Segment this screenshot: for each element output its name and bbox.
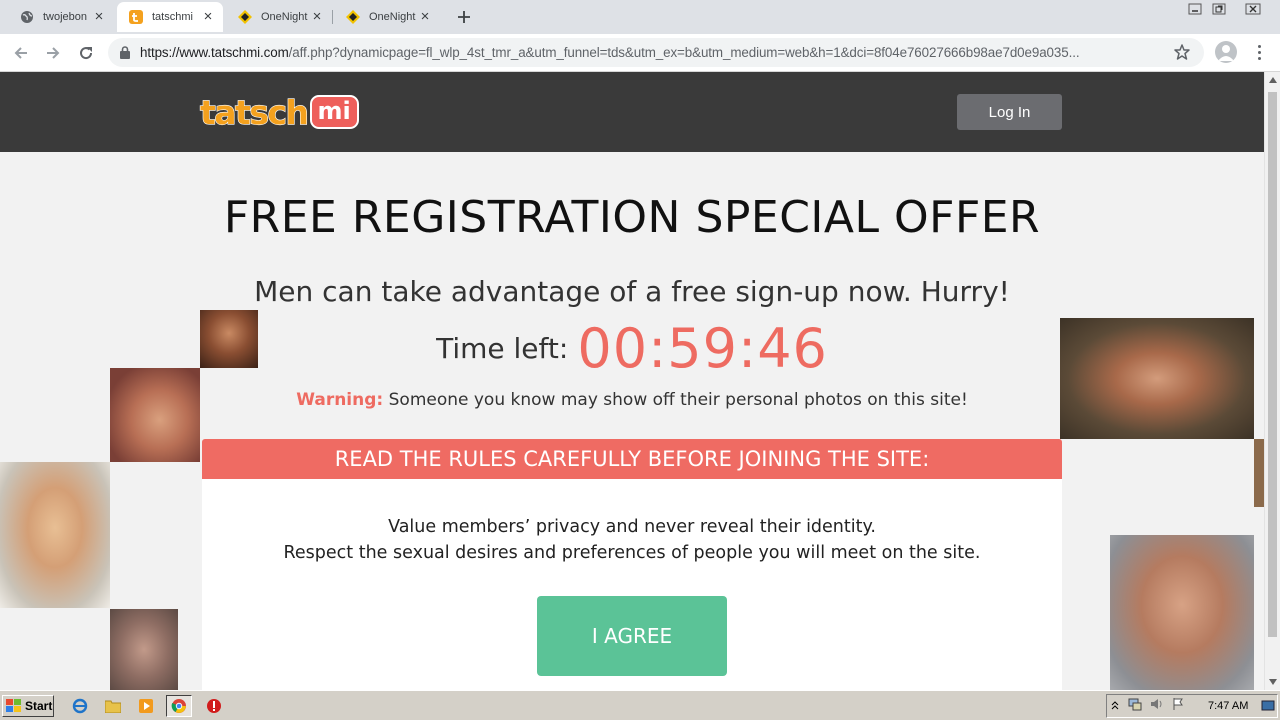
rule-item: Respect the sexual desires and preferenc…: [283, 543, 981, 563]
web-page: tatsch mi Log In FREE REGISTRATION SPECI…: [0, 72, 1264, 690]
timer-value: 00:59:46: [577, 317, 828, 380]
close-tab-icon[interactable]: ×: [418, 9, 432, 24]
network-icon[interactable]: [1128, 697, 1142, 716]
chrome-taskbar-button[interactable]: [166, 695, 192, 717]
start-label: Start: [25, 699, 53, 713]
tatschmi-favicon: [129, 10, 143, 24]
tab-strip: twojebon × tatschmi × OneNight × OneNigh…: [0, 0, 1280, 34]
profile-photo: [110, 609, 178, 690]
tab-title: OneNight: [261, 11, 308, 23]
reload-button[interactable]: [75, 42, 97, 64]
login-button[interactable]: Log In: [957, 94, 1062, 130]
browser-toolbar: https://www.tatschmi.com/aff.php?dynamic…: [0, 34, 1280, 72]
onenight-favicon: [346, 10, 360, 24]
tab-separator: [332, 10, 333, 24]
tray-expand-icon[interactable]: [1111, 697, 1119, 715]
internet-explorer-icon[interactable]: [70, 696, 90, 716]
warning-text: Someone you know may show off their pers…: [388, 390, 968, 410]
page-headline: FREE REGISTRATION SPECIAL OFFER: [223, 192, 1041, 243]
page-scrollbar[interactable]: [1264, 72, 1280, 690]
show-desktop-icon[interactable]: [1258, 696, 1278, 716]
scrollbar-thumb[interactable]: [1268, 92, 1277, 637]
tatschmi-logo[interactable]: tatsch mi: [199, 92, 359, 132]
url-host: https://www.tatschmi.com: [140, 45, 289, 60]
new-tab-button[interactable]: [452, 6, 476, 28]
agree-button[interactable]: I AGREE: [537, 596, 727, 676]
browser-menu-icon[interactable]: [1252, 42, 1266, 62]
address-bar[interactable]: https://www.tatschmi.com/aff.php?dynamic…: [108, 38, 1204, 67]
back-button[interactable]: [10, 42, 32, 64]
tab-onenight-2[interactable]: OneNight ×: [334, 2, 440, 32]
tab-onenight-1[interactable]: OneNight ×: [226, 2, 332, 32]
system-tray: [1106, 694, 1278, 718]
restore-button[interactable]: [1208, 0, 1230, 18]
bookmark-star-icon[interactable]: [1174, 44, 1190, 60]
timer-label: Time left:: [436, 332, 569, 365]
onenight-favicon: [238, 10, 252, 24]
windows-logo-icon: [6, 699, 21, 712]
profile-photo: [1110, 535, 1254, 690]
windows-taskbar: Start 7:47 AM: [0, 690, 1280, 720]
scroll-down-icon[interactable]: [1265, 674, 1280, 690]
tab-title: OneNight: [369, 11, 416, 23]
close-tab-icon[interactable]: ×: [310, 9, 324, 24]
chrome-icon: [171, 699, 186, 713]
profile-avatar-icon[interactable]: [1215, 41, 1237, 63]
media-player-icon[interactable]: [136, 696, 156, 716]
profile-photo: [0, 462, 110, 608]
url-text: https://www.tatschmi.com/aff.php?dynamic…: [140, 45, 1160, 60]
reload-icon: [80, 47, 93, 60]
globe-icon: [20, 10, 34, 24]
profile-photo: [110, 368, 200, 462]
flag-icon[interactable]: [1172, 697, 1184, 716]
warning-message: Warning: Someone you know may show off t…: [0, 390, 1264, 410]
close-window-button[interactable]: [1232, 0, 1274, 18]
arrow-left-icon: [14, 47, 27, 59]
rules-panel: Value members’ privacy and never reveal …: [202, 479, 1062, 690]
folder-icon[interactable]: [103, 696, 123, 716]
site-header: tatsch mi Log In: [0, 72, 1264, 152]
volume-icon[interactable]: [1150, 697, 1164, 716]
logo-word: tatsch: [199, 92, 309, 132]
warning-label: Warning:: [296, 390, 384, 410]
forward-button[interactable]: [42, 42, 64, 64]
arrow-right-icon: [47, 47, 60, 59]
countdown-timer: Time left: 00:59:46: [0, 317, 1264, 380]
close-tab-icon[interactable]: ×: [201, 9, 215, 24]
taskbar-clock[interactable]: 7:47 AM: [1208, 700, 1248, 712]
stop-icon[interactable]: [204, 696, 224, 716]
start-button[interactable]: Start: [2, 695, 54, 717]
tab-twojebon[interactable]: twojebon ×: [8, 2, 114, 32]
plus-icon: [458, 11, 470, 23]
minimize-button[interactable]: [1184, 0, 1206, 18]
rules-title: READ THE RULES CAREFULLY BEFORE JOINING …: [202, 439, 1062, 479]
scroll-up-icon[interactable]: [1265, 72, 1280, 88]
restore-icon: [1212, 3, 1226, 15]
page-subheadline: Men can take advantage of a free sign-up…: [254, 275, 1010, 308]
rule-item: Value members’ privacy and never reveal …: [388, 517, 876, 537]
url-path: /aff.php?dynamicpage=fl_wlp_4st_tmr_a&ut…: [288, 45, 1080, 60]
tab-title: twojebon: [43, 11, 88, 23]
close-tab-icon[interactable]: ×: [92, 9, 106, 24]
minimize-icon: [1188, 3, 1202, 15]
lock-icon: [120, 46, 130, 59]
logo-badge: mi: [309, 95, 359, 129]
tab-title: tatschmi: [152, 11, 193, 23]
close-icon: [1245, 3, 1261, 15]
tab-tatschmi[interactable]: tatschmi ×: [117, 2, 223, 32]
profile-photo: [1254, 439, 1264, 507]
anyrun-watermark: ANY RUN: [1038, 682, 1245, 690]
